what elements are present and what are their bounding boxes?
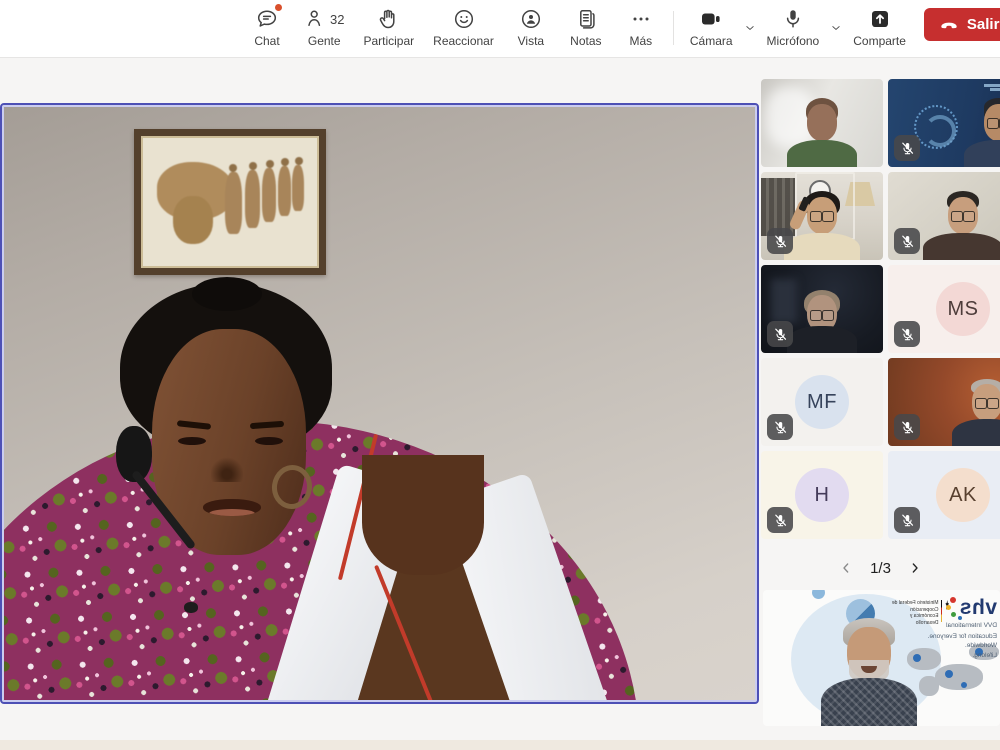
people-icon: 32 — [304, 6, 344, 32]
people-button[interactable]: 32 Gente — [298, 0, 350, 48]
participant-tile-woman-dark[interactable] — [761, 265, 883, 353]
muted-microphone-badge — [894, 507, 920, 533]
glasses-icon — [809, 310, 835, 319]
raise-hand-label: Participar — [363, 34, 414, 48]
participant-tile-avatar-MS[interactable]: MS — [888, 265, 1000, 353]
view-icon — [518, 6, 544, 32]
notes-label: Notas — [570, 34, 601, 48]
camera-icon — [698, 6, 724, 32]
speaker-person — [4, 107, 755, 700]
camera-label: Cámara — [690, 34, 733, 48]
microphone-icon — [780, 6, 806, 32]
hangup-icon — [938, 13, 960, 35]
spotlight-tile[interactable]: Ministerio Federal de Cooperación Económ… — [763, 590, 1000, 726]
participant-tile-man-beige[interactable] — [888, 172, 1000, 260]
mic-muted-icon — [900, 513, 915, 528]
view-button[interactable]: Vista — [507, 0, 555, 48]
people-label: Gente — [308, 34, 341, 48]
mic-muted-icon — [773, 420, 788, 435]
participant-tile-avatar-H[interactable]: H — [761, 451, 883, 539]
muted-microphone-badge — [767, 321, 793, 347]
view-label: Vista — [518, 34, 544, 48]
more-button[interactable]: Más — [617, 0, 665, 48]
camera-dropdown-chevron[interactable] — [741, 21, 759, 40]
active-speaker-video[interactable] — [0, 103, 759, 704]
pager-next-chevron[interactable] — [907, 560, 923, 576]
bottom-edge-strip — [0, 740, 1000, 750]
muted-microphone-badge — [894, 321, 920, 347]
avatar-initials-circle: MF — [795, 375, 849, 429]
raise-hand-button[interactable]: Participar — [357, 0, 420, 48]
glasses-icon — [974, 398, 1000, 407]
teams-meeting-window: Chat 32 Gente — [0, 0, 1000, 750]
muted-microphone-badge — [894, 414, 920, 440]
toolbar-divider — [673, 11, 674, 45]
participant-tile-man-office[interactable] — [761, 172, 883, 260]
avatar-initials-circle: MS — [936, 282, 990, 336]
toolbar-devices: Cámara Micrófono — [665, 0, 1000, 48]
chat-button[interactable]: Chat — [243, 0, 291, 48]
mic-muted-icon — [900, 141, 915, 156]
toolbar-actions: Chat 32 Gente — [243, 0, 665, 48]
share-icon — [867, 6, 893, 32]
chat-notification-dot — [275, 4, 282, 11]
raised-hand-icon — [376, 6, 402, 32]
spotlight-person — [821, 618, 917, 726]
mic-muted-icon — [900, 234, 915, 249]
muted-microphone-badge — [767, 507, 793, 533]
participant-tile-man-navy[interactable] — [888, 79, 1000, 167]
meeting-toolbar: Chat 32 Gente — [0, 0, 1000, 58]
muted-microphone-badge — [767, 228, 793, 254]
share-label: Comparte — [853, 34, 906, 48]
chat-label: Chat — [254, 34, 279, 48]
more-dots-icon — [628, 6, 654, 32]
avatar-initials-circle: AK — [936, 468, 990, 522]
leave-button[interactable]: Salir — [924, 8, 1000, 41]
leave-label: Salir — [967, 16, 1000, 33]
microphone-label: Micrófono — [767, 34, 820, 48]
participant-person — [772, 79, 872, 167]
active-speaker-scene — [4, 107, 755, 700]
muted-microphone-badge — [894, 228, 920, 254]
mic-muted-icon — [773, 234, 788, 249]
participant-person — [913, 172, 1000, 260]
participant-tile-man-amber[interactable] — [888, 358, 1000, 446]
share-button[interactable]: Comparte — [847, 0, 912, 48]
notes-icon — [573, 6, 599, 32]
notes-button[interactable]: Notas — [562, 0, 610, 48]
microphone-button[interactable]: Micrófono — [761, 0, 826, 48]
participant-tile-avatar-AK[interactable]: AK — [888, 451, 1000, 539]
avatar-initials-circle: H — [795, 468, 849, 522]
react-button[interactable]: Reaccionar — [427, 0, 500, 48]
participant-tile-avatar-MF[interactable]: MF — [761, 358, 883, 446]
mic-muted-icon — [773, 513, 788, 528]
react-label: Reaccionar — [433, 34, 494, 48]
vhs-logo: vhs — [959, 596, 997, 620]
chat-icon — [254, 6, 280, 32]
participant-person — [937, 358, 1000, 446]
mic-muted-icon — [900, 327, 915, 342]
participants-pager: 1/3 — [761, 552, 1000, 584]
more-label: Más — [630, 34, 653, 48]
glasses-icon — [986, 118, 1000, 127]
participant-person — [949, 79, 1000, 167]
mic-muted-icon — [773, 327, 788, 342]
participant-tile-woman-green[interactable] — [761, 79, 883, 167]
pager-page-indicator: 1/3 — [870, 560, 891, 577]
glasses-icon — [809, 211, 835, 220]
hoop-earring — [269, 462, 315, 511]
participant-count: 32 — [330, 12, 344, 27]
camera-button[interactable]: Cámara — [684, 0, 739, 48]
glasses-icon — [950, 211, 976, 220]
participants-panel: MS MF H AK — [761, 79, 1000, 539]
muted-microphone-badge — [767, 414, 793, 440]
muted-microphone-badge — [894, 135, 920, 161]
mic-muted-icon — [900, 420, 915, 435]
pager-previous-chevron[interactable] — [838, 560, 854, 576]
background-dot — [812, 590, 825, 599]
microphone-dropdown-chevron[interactable] — [827, 21, 845, 40]
smiley-icon — [451, 6, 477, 32]
